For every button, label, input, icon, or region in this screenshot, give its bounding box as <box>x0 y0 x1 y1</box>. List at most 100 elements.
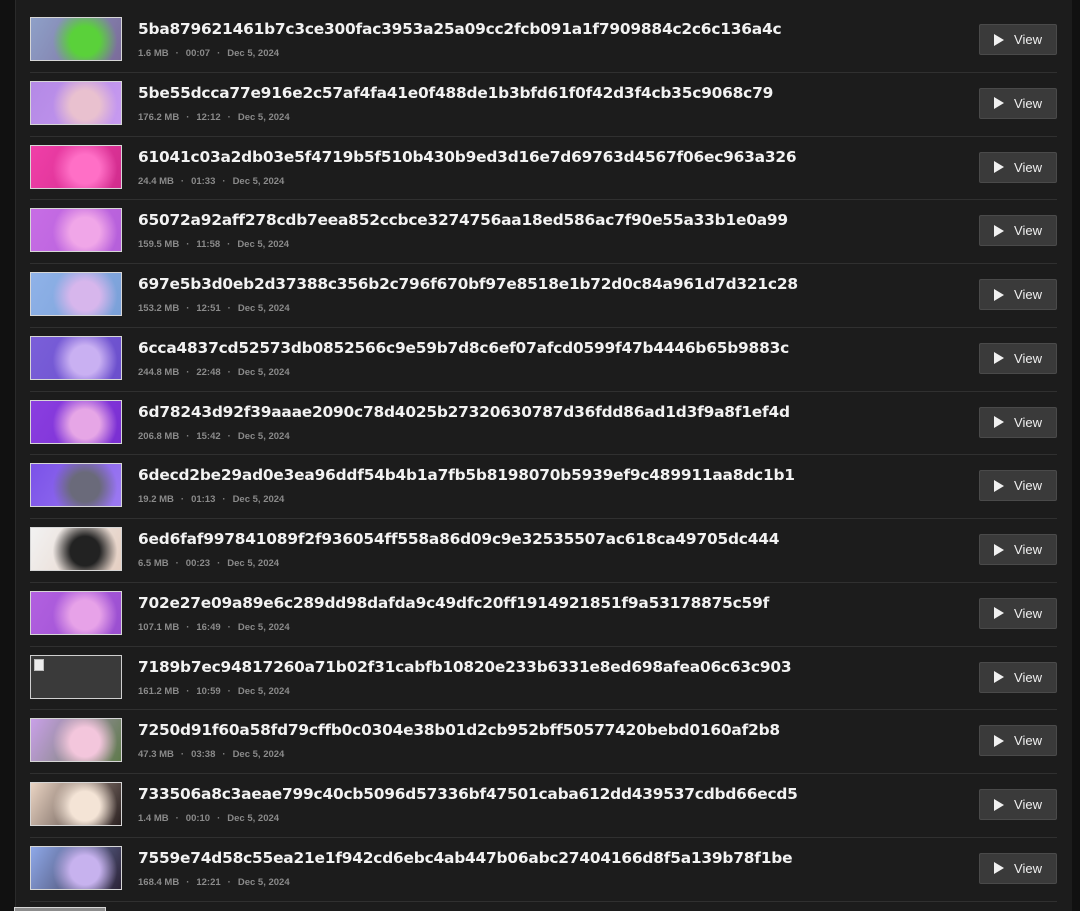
partial-list-item <box>14 903 1041 911</box>
thumbnail-image <box>31 591 121 634</box>
view-button-label: View <box>1014 32 1042 47</box>
separator-dot: · <box>217 558 221 569</box>
video-title: 733506a8c3aeae799c40cb5096d57336bf47501c… <box>138 785 798 803</box>
upload-date: Dec 5, 2024 <box>232 494 285 506</box>
thumbnail-image <box>31 846 121 889</box>
view-button[interactable]: View <box>979 725 1057 757</box>
play-icon <box>994 416 1005 428</box>
file-size: 244.8 MB <box>138 366 180 378</box>
video-title: 702e27e09a89e6c289dd98dafda9c49dfc20ff19… <box>138 593 770 612</box>
video-meta: 168.4 MB · 12:21 · Dec 5, 2024 <box>138 877 290 888</box>
play-icon <box>994 224 1005 237</box>
video-thumbnail[interactable] <box>30 718 122 763</box>
video-thumbnail[interactable] <box>30 590 122 635</box>
video-thumbnail[interactable] <box>30 335 122 380</box>
view-button[interactable]: View <box>979 789 1057 820</box>
view-button[interactable]: View <box>979 342 1057 374</box>
upload-date: Dec 5, 2024 <box>227 48 280 59</box>
separator-dot: · <box>227 876 231 888</box>
upload-date: Dec 5, 2024 <box>227 813 280 824</box>
view-button-label: View <box>1014 223 1042 239</box>
play-icon <box>994 607 1005 620</box>
video-thumbnail[interactable] <box>30 17 122 61</box>
separator-dot: · <box>175 558 179 569</box>
duration: 00:07 <box>185 48 211 59</box>
file-size: 107.1 MB <box>138 621 180 633</box>
play-icon <box>994 479 1005 492</box>
video-title: 697e5b3d0eb2d37388c356b2c796f670bf97e851… <box>138 275 798 293</box>
upload-date: Dec 5, 2024 <box>232 175 285 187</box>
video-thumbnail[interactable] <box>30 80 122 125</box>
duration: 01:33 <box>191 175 216 187</box>
view-button-label: View <box>1014 478 1042 494</box>
file-size: 159.5 MB <box>138 239 180 251</box>
video-meta: 19.2 MB · 01:13 · Dec 5, 2024 <box>138 494 284 505</box>
list-item: 65072a92aff278cdb7eea852ccbce3274756aa18… <box>30 200 1057 264</box>
scrollbar[interactable] <box>1072 0 1080 911</box>
view-button[interactable]: View <box>979 406 1057 438</box>
view-button[interactable]: View <box>979 661 1057 693</box>
video-thumbnail[interactable] <box>30 272 122 316</box>
thumbnail-image <box>31 145 121 188</box>
view-button[interactable]: View <box>979 87 1057 119</box>
video-title: 6cca4837cd52573db0852566c9e59b7d8c6ef07a… <box>138 338 790 357</box>
view-button[interactable]: View <box>979 151 1057 183</box>
video-title: 6ed6faf997841089f2f936054ff558a86d09c9e3… <box>138 530 780 548</box>
view-button[interactable]: View <box>979 215 1057 247</box>
video-title: 61041c03a2db03e5f4719b5f510b430b9ed3d16e… <box>138 147 797 166</box>
video-thumbnail[interactable] <box>30 399 122 444</box>
video-thumbnail[interactable] <box>30 527 122 571</box>
view-button-label: View <box>1014 287 1042 302</box>
video-thumbnail[interactable] <box>30 782 122 826</box>
upload-date: Dec 5, 2024 <box>232 749 285 761</box>
video-meta: 161.2 MB · 10:59 · Dec 5, 2024 <box>138 686 290 697</box>
video-thumbnail[interactable] <box>30 845 122 890</box>
separator-dot: · <box>227 239 231 251</box>
file-size: 47.3 MB <box>138 749 174 761</box>
view-button[interactable]: View <box>979 470 1057 502</box>
play-icon <box>994 97 1005 110</box>
video-thumbnail[interactable] <box>30 463 122 508</box>
list-item: 6ed6faf997841089f2f936054ff558a86d09c9e3… <box>30 519 1057 583</box>
play-icon <box>994 161 1005 173</box>
video-thumbnail <box>14 907 106 911</box>
view-button[interactable]: View <box>979 534 1057 565</box>
separator-dot: · <box>180 749 185 761</box>
view-button[interactable]: View <box>979 279 1057 310</box>
separator-dot: · <box>227 621 231 633</box>
upload-date: Dec 5, 2024 <box>237 430 290 442</box>
video-meta: 47.3 MB · 03:38 · Dec 5, 2024 <box>138 749 284 760</box>
video-thumbnail[interactable] <box>30 144 122 189</box>
video-meta: 24.4 MB · 01:33 · Dec 5, 2024 <box>138 176 284 187</box>
separator-dot: · <box>180 494 185 506</box>
upload-date: Dec 5, 2024 <box>237 366 290 378</box>
video-meta: 1.4 MB · 00:10 · Dec 5, 2024 <box>138 813 279 824</box>
play-icon <box>994 33 1005 46</box>
video-meta: 1.6 MB · 00:07 · Dec 5, 2024 <box>138 48 279 59</box>
upload-date: Dec 5, 2024 <box>237 111 290 123</box>
thumbnail-image <box>31 273 121 315</box>
file-size: 24.4 MB <box>138 175 174 187</box>
video-title: 65072a92aff278cdb7eea852ccbce3274756aa18… <box>138 211 788 230</box>
duration: 22:48 <box>196 366 221 378</box>
duration: 12:21 <box>196 876 221 888</box>
view-button-label: View <box>1014 733 1042 749</box>
file-size: 161.2 MB <box>138 685 180 697</box>
view-button[interactable]: View <box>979 597 1057 629</box>
video-meta: 153.2 MB · 12:51 · Dec 5, 2024 <box>138 303 290 314</box>
broken-thumbnail-icon[interactable] <box>30 654 122 699</box>
list-item: 733506a8c3aeae799c40cb5096d57336bf47501c… <box>30 774 1057 838</box>
view-button[interactable]: View <box>979 24 1057 55</box>
separator-dot: · <box>186 430 190 442</box>
thumbnail-image <box>31 81 121 124</box>
thumbnail-image <box>31 209 121 252</box>
duration: 11:58 <box>196 239 221 251</box>
separator-dot: · <box>227 685 231 697</box>
list-item: 6decd2be29ad0e3ea96ddf54b4b1a7fb5b819807… <box>30 455 1057 519</box>
view-button[interactable]: View <box>979 852 1057 884</box>
video-meta: 176.2 MB · 12:12 · Dec 5, 2024 <box>138 112 290 123</box>
separator-dot: · <box>175 48 179 59</box>
broken-image-icon <box>34 658 44 671</box>
video-thumbnail[interactable] <box>30 208 122 253</box>
separator-dot: · <box>222 175 226 187</box>
